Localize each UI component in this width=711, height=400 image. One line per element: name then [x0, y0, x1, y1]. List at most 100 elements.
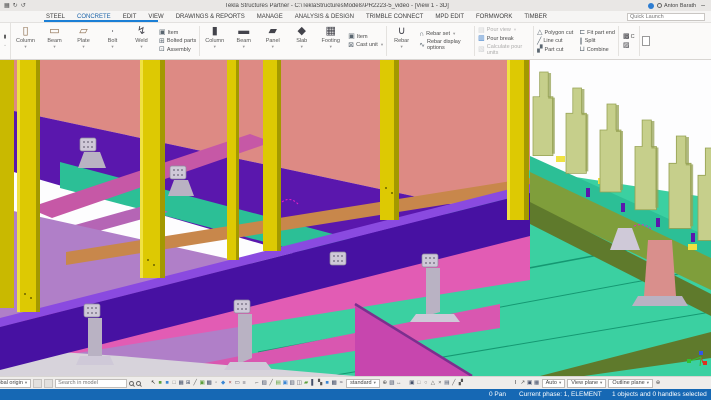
toolbar-icon[interactable]: ▦: [178, 379, 184, 388]
toolbar-icon[interactable]: ⊕: [382, 379, 388, 388]
ribbon-button[interactable]: ▰ Panel: [258, 23, 287, 59]
component-button[interactable]: ▨: [623, 42, 635, 49]
toolbar-icon[interactable]: ○: [423, 379, 429, 388]
toolbar-icon[interactable]: ▞: [458, 379, 464, 388]
ribbon-button[interactable]: ∪ Rebar: [387, 23, 416, 59]
toolbar-icon[interactable]: ↖: [150, 379, 156, 388]
toolbar-icon[interactable]: ▥: [289, 379, 295, 388]
ribbon-tab[interactable]: TIMBER: [518, 14, 553, 20]
connection-plate[interactable]: [330, 252, 346, 265]
toolbar-icon[interactable]: □: [416, 379, 422, 388]
toolbar-icon[interactable]: ◆: [220, 379, 226, 388]
toolbar-icon[interactable]: ▣: [282, 379, 288, 388]
connection-plate[interactable]: [170, 166, 186, 179]
quick-launch-input[interactable]: [627, 13, 705, 21]
toolbar-icon[interactable]: ╱: [268, 379, 274, 388]
toolbar-icon[interactable]: ▨: [261, 379, 267, 388]
minimize-button[interactable]: –: [699, 2, 707, 9]
plane-prev-button[interactable]: [33, 379, 42, 388]
ribbon-tab[interactable]: VIEW: [142, 14, 169, 20]
ribbon-row-button[interactable]: ▣ Item: [159, 29, 196, 36]
toolbar-icon[interactable]: ◫: [296, 379, 302, 388]
outline-plane-dropdown[interactable]: Outline plane: [608, 379, 653, 388]
toolbar-icon[interactable]: ▣: [409, 379, 415, 388]
app-icon[interactable]: ▦: [4, 3, 10, 9]
ribbon-row-button[interactable]: ▤ Pour view: [478, 27, 530, 34]
ribbon-tab[interactable]: FORMWORK: [470, 14, 518, 20]
ribbon-row-button[interactable]: ╱ Line cut: [537, 38, 573, 45]
toolbar-icon[interactable]: ▚: [317, 379, 323, 388]
ribbon-row-button[interactable]: ⊏ Fit part end: [579, 29, 615, 36]
toolbar-icon[interactable]: ■: [324, 379, 330, 388]
toolbar-icon[interactable]: △: [430, 379, 436, 388]
toolbar-icon[interactable]: ×: [437, 379, 443, 388]
ribbon-row-button[interactable]: ∿ Rebar display options: [419, 39, 471, 51]
ribbon-button[interactable]: ↯ Weld: [127, 23, 156, 59]
auto-dropdown[interactable]: Auto: [542, 379, 566, 388]
ribbon-button[interactable]: ▮ Column: [200, 23, 229, 59]
toolbar-icon[interactable]: ▩: [206, 379, 212, 388]
viewport-3d[interactable]: [0, 60, 711, 376]
ribbon-button[interactable]: ◆ Slab: [287, 23, 316, 59]
toolbar-icon[interactable]: ▤: [444, 379, 450, 388]
ribbon-row-button[interactable]: ⊞ Bolted parts: [159, 38, 196, 45]
ribbon-row-button[interactable]: ▣ Item: [348, 33, 383, 40]
settings-icon[interactable]: ⊕: [655, 379, 661, 388]
ribbon-tab[interactable]: DRAWINGS & REPORTS: [170, 14, 251, 20]
ribbon-button[interactable]: ▯ Column: [11, 23, 40, 59]
toolbar-icon[interactable]: ▌: [310, 379, 316, 388]
toolbar-icon[interactable]: ╱: [451, 379, 457, 388]
plane-next-button[interactable]: [44, 379, 53, 388]
toolbar-icon[interactable]: ×: [227, 379, 233, 388]
toolbar-icon[interactable]: □: [171, 379, 177, 388]
ribbon-row-button[interactable]: ⊡ Assembly: [159, 46, 196, 53]
view-plane-dropdown[interactable]: View plane: [567, 379, 606, 388]
toolbar-icon[interactable]: ▣: [527, 379, 533, 388]
ribbon-row-button[interactable]: ▧ Calculate pour units: [478, 44, 530, 56]
clipped-ribbon-button[interactable]: [640, 23, 652, 59]
ribbon-row-button[interactable]: ▥ Pour break: [478, 35, 530, 42]
toolbar-icon[interactable]: ■: [164, 379, 170, 388]
toolbar-icon[interactable]: ▧: [389, 379, 395, 388]
toolbar-icon[interactable]: ↔: [396, 379, 402, 388]
ribbon-tab[interactable]: STEEL: [40, 14, 71, 20]
redo-icon[interactable]: ↻: [13, 3, 18, 9]
toolbar-icon[interactable]: ▩: [331, 379, 337, 388]
ribbon-tab[interactable]: EDIT: [117, 14, 143, 20]
ribbon-tab[interactable]: TRIMBLE CONNECT: [360, 14, 429, 20]
undo-icon[interactable]: ↺: [21, 3, 26, 9]
ribbon-row-button[interactable]: ∥ Split: [579, 38, 615, 45]
toolbar-icon[interactable]: ▰: [303, 379, 309, 388]
toolbar-icon[interactable]: ▤: [275, 379, 281, 388]
ribbon-row-button[interactable]: ⊔ Combine: [579, 46, 615, 53]
toolbar-icon[interactable]: ↗: [520, 379, 526, 388]
user-menu[interactable]: Anton Barath: [657, 3, 696, 9]
connection-plate[interactable]: [80, 138, 96, 151]
ribbon-tab[interactable]: CONCRETE: [71, 14, 117, 20]
search-settings-icon[interactable]: [136, 381, 141, 386]
origin-dropdown[interactable]: Global origin: [0, 379, 31, 388]
toolbar-icon[interactable]: ▭: [234, 379, 240, 388]
search-icon[interactable]: [129, 381, 134, 386]
ribbon-edge-icon[interactable]: ▮: [4, 34, 7, 40]
component-button[interactable]: ▩ C: [623, 33, 635, 40]
toolbar-icon[interactable]: ╱: [192, 379, 198, 388]
ribbon-row-button[interactable]: △ Polygon cut: [537, 29, 573, 36]
info-icon[interactable]: [648, 3, 654, 9]
ribbon-button[interactable]: ▭ Beam: [40, 23, 69, 59]
ribbon-row-button[interactable]: ▞ Part cut: [537, 46, 573, 53]
ribbon-row-button[interactable]: ⊠ Cast unit: [348, 42, 383, 49]
ribbon-button[interactable]: ▦ Footing: [316, 23, 345, 59]
toolbar-icon[interactable]: ⌐: [254, 379, 260, 388]
toolbar-icon[interactable]: ▦: [534, 379, 540, 388]
toolbar-icon[interactable]: ■: [157, 379, 163, 388]
toolbar-icon[interactable]: ≈: [338, 379, 344, 388]
model-search-input[interactable]: [58, 380, 124, 386]
standard-dropdown[interactable]: standard: [346, 379, 380, 388]
ribbon-row-button[interactable]: ∩ Rebar set: [419, 31, 471, 38]
toolbar-icon[interactable]: ⊞: [185, 379, 191, 388]
toolbar-icon[interactable]: ≡: [241, 379, 247, 388]
ribbon-tab[interactable]: MANAGE: [251, 14, 289, 20]
ribbon-tab[interactable]: MPD EDIT: [429, 14, 470, 20]
ribbon-edge-icon[interactable]: ◦: [4, 43, 6, 49]
